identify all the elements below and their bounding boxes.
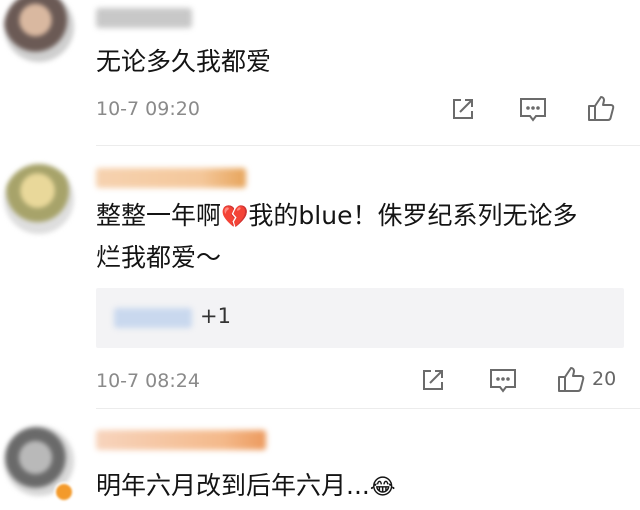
comment-icon — [520, 98, 546, 122]
comment-timestamp: 10-7 08:24 — [96, 370, 200, 392]
comment-button[interactable] — [488, 366, 518, 396]
like-button[interactable] — [586, 93, 622, 123]
comment-item-1: 无论多久我都爱 10-7 09:20 — [0, 0, 640, 150]
divider — [96, 408, 640, 409]
broken-heart-emoji: 💔 — [221, 205, 249, 230]
comment-button[interactable] — [518, 95, 548, 125]
thumbs-up-icon — [558, 367, 585, 392]
avatar-badge — [54, 482, 74, 502]
comment-icon — [490, 369, 516, 393]
comment-text-line-2: 烂我都爱～ — [96, 243, 222, 272]
comment-text-line-1: 整整一年啊💔我的blue！侏罗纪系列无论多 — [96, 196, 577, 238]
reply-text: +1 — [200, 304, 231, 328]
username-blurred[interactable] — [96, 168, 246, 188]
comment-item-3: 明年六月改到后年六月...😂 — [0, 410, 640, 510]
username-blurred[interactable] — [96, 8, 192, 28]
avatar[interactable] — [4, 164, 74, 234]
like-count: 20 — [592, 368, 617, 390]
comment-text-part: 明年六月改到后年六月... — [96, 471, 370, 500]
reply-preview[interactable]: +1 — [96, 288, 624, 348]
comment-text-part: 我的blue！侏罗纪系列无论多 — [248, 201, 578, 230]
share-icon — [453, 99, 473, 119]
share-button[interactable] — [449, 95, 477, 123]
comment-timestamp: 10-7 09:20 — [96, 98, 200, 120]
laugh-cry-emoji: 😂 — [369, 475, 396, 500]
comment-text: 无论多久我都爱 — [96, 47, 272, 76]
like-button[interactable]: 20 — [556, 364, 616, 394]
comment-item-2: 整整一年啊💔我的blue！侏罗纪系列无论多 烂我都爱～ +1 10-7 08:2… — [0, 150, 640, 410]
share-icon — [423, 370, 443, 390]
comment-text-part: 整整一年啊 — [96, 201, 222, 230]
divider — [96, 145, 640, 146]
reply-username-blurred[interactable] — [114, 308, 192, 328]
avatar[interactable] — [4, 0, 74, 62]
share-button[interactable] — [419, 366, 447, 394]
username-blurred[interactable] — [96, 430, 266, 450]
comment-text: 明年六月改到后年六月...😂 — [96, 466, 396, 508]
thumbs-up-icon — [588, 96, 615, 121]
